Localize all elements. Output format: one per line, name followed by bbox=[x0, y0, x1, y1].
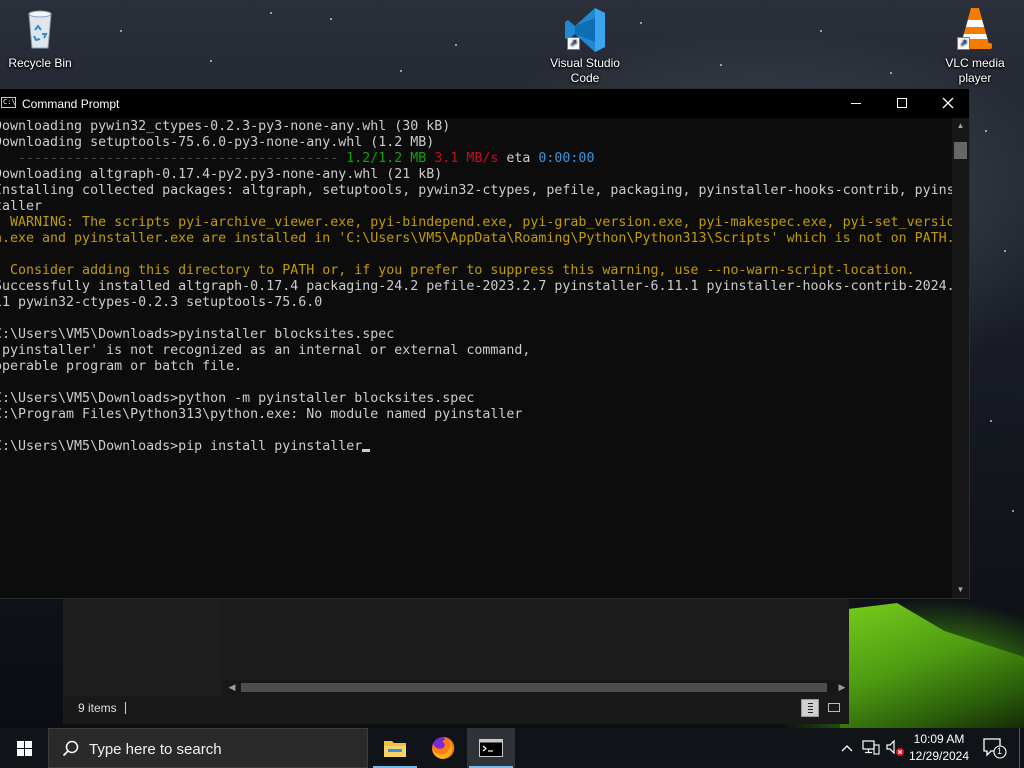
cmd-app-icon[interactable]: C:\ bbox=[1, 97, 16, 108]
folder-icon bbox=[384, 741, 406, 757]
close-button[interactable] bbox=[925, 89, 971, 118]
taskbar-firefox[interactable] bbox=[419, 728, 467, 768]
network-button[interactable] bbox=[860, 728, 882, 768]
warning-line: WARNING: The scripts pyi-archive_viewer.… bbox=[0, 215, 952, 230]
current-command: C:\Users\VM5\Downloads>pip install pyins… bbox=[0, 439, 363, 454]
taskbar-command-prompt[interactable] bbox=[467, 728, 515, 768]
command-prompt-window[interactable]: C:\ Command Prompt Downloading pywin32_c… bbox=[0, 88, 970, 599]
desktop-icon-vlc[interactable]: ↗ VLC media player bbox=[935, 6, 1015, 86]
file-explorer-window[interactable]: ◀ ▶ 9 items bbox=[63, 598, 849, 724]
search-icon bbox=[62, 740, 79, 757]
text-cursor bbox=[362, 449, 371, 452]
vscode-label-line1: Visual Studio bbox=[550, 56, 620, 70]
scrollbar-thumb[interactable] bbox=[954, 142, 967, 159]
recycle-bin-icon bbox=[20, 6, 60, 50]
console-line: taller bbox=[0, 199, 43, 214]
minimize-button[interactable] bbox=[833, 89, 879, 118]
scroll-right-arrow-icon[interactable]: ▶ bbox=[835, 681, 849, 694]
large-icons-view-icon[interactable] bbox=[825, 699, 843, 717]
notification-icon bbox=[983, 738, 1007, 759]
shortcut-arrow-icon: ↗ bbox=[567, 37, 580, 50]
notification-count: 1 bbox=[997, 746, 1003, 756]
desktop: Recycle Bin ↗ Visual Studio Code ↗ VLC m… bbox=[0, 0, 1024, 728]
item-count: 9 items bbox=[78, 701, 117, 715]
vlc-cone-icon: ↗ bbox=[955, 6, 995, 50]
maximize-icon bbox=[897, 98, 907, 108]
vscode-label-line2: Code bbox=[570, 71, 600, 85]
taskbar-file-explorer[interactable] bbox=[371, 728, 419, 768]
eta-value: 0:00:00 bbox=[538, 151, 595, 166]
console-line: C:\Users\VM5\Downloads>python -m pyinsta… bbox=[0, 391, 475, 406]
explorer-horizontal-scrollbar[interactable]: ◀ ▶ bbox=[225, 681, 849, 694]
chevron-up-icon bbox=[841, 745, 853, 752]
volume-button[interactable] bbox=[884, 728, 906, 768]
scroll-up-arrow-icon[interactable]: ▲ bbox=[952, 118, 969, 134]
close-icon bbox=[942, 97, 954, 109]
desktop-icon-recycle-bin[interactable]: Recycle Bin bbox=[0, 6, 80, 71]
console-line: 'pyinstaller' is not recognized as an in… bbox=[0, 343, 531, 358]
console-line: Downloading altgraph-0.17.4-py2.py3-none… bbox=[0, 167, 443, 182]
details-view-icon[interactable] bbox=[801, 699, 819, 717]
taskbar-search-box[interactable]: Type here to search bbox=[48, 728, 368, 768]
desktop-icon-vscode[interactable]: ↗ Visual Studio Code bbox=[545, 6, 625, 86]
download-size: 1.2/1.2 MB bbox=[346, 151, 427, 166]
console-line: Downloading pywin32_ctypes-0.2.3-py3-non… bbox=[0, 119, 451, 134]
scrollbar-thumb[interactable] bbox=[241, 683, 827, 692]
prompt-line[interactable]: C:\Users\VM5\Downloads>pip install pyins… bbox=[0, 439, 371, 455]
vlc-label-line1: VLC media bbox=[945, 56, 1005, 70]
eta-label: eta bbox=[498, 151, 539, 166]
clock-time: 10:09 AM bbox=[913, 732, 965, 746]
warning-line: Consider adding this directory to PATH o… bbox=[0, 263, 915, 278]
minimize-icon bbox=[851, 103, 861, 104]
console-output[interactable]: Downloading pywin32_ctypes-0.2.3-py3-non… bbox=[0, 119, 952, 598]
firefox-icon bbox=[432, 736, 455, 759]
vlc-label-line2: player bbox=[958, 71, 992, 85]
progress-line: ----------------------------------------… bbox=[0, 151, 594, 167]
cmd-vertical-scrollbar[interactable]: ▲ ▼ bbox=[952, 118, 969, 598]
clock-date: 12/29/2024 bbox=[908, 749, 970, 763]
search-placeholder: Type here to search bbox=[89, 741, 222, 758]
console-line: operable program or batch file. bbox=[0, 359, 243, 374]
wallpaper-hill bbox=[840, 603, 1024, 728]
vscode-icon: ↗ bbox=[565, 6, 605, 52]
taskbar: Type here to search 10:09 AM 12/29/2024 … bbox=[0, 728, 1024, 768]
explorer-navigation-pane[interactable] bbox=[63, 598, 221, 696]
action-center-button[interactable]: 1 bbox=[980, 728, 1010, 768]
scroll-left-arrow-icon[interactable]: ◀ bbox=[225, 681, 239, 694]
console-line: 11 pywin32-ctypes-0.2.3 setuptools-75.6.… bbox=[0, 295, 323, 310]
show-desktop-button[interactable] bbox=[1019, 728, 1024, 768]
recycle-bin-label: Recycle Bin bbox=[8, 56, 72, 70]
shortcut-arrow-icon: ↗ bbox=[957, 37, 970, 50]
console-line: C:\Users\VM5\Downloads>pyinstaller block… bbox=[0, 327, 395, 342]
console-line: Downloading setuptools-75.6.0-py3-none-a… bbox=[0, 135, 435, 150]
maximize-button[interactable] bbox=[879, 89, 925, 118]
volume-muted-icon bbox=[886, 739, 904, 756]
network-icon bbox=[862, 740, 880, 755]
console-line: Successfully installed altgraph-0.17.4 p… bbox=[0, 279, 952, 294]
window-title: Command Prompt bbox=[22, 97, 120, 111]
download-speed: 3.1 MB/s bbox=[434, 151, 499, 166]
warning-line: n.exe and pyinstaller.exe are installed … bbox=[0, 231, 952, 246]
terminal-icon bbox=[479, 739, 503, 757]
scroll-down-arrow-icon[interactable]: ▼ bbox=[952, 582, 969, 598]
console-line: C:\Program Files\Python313\python.exe: N… bbox=[0, 407, 523, 422]
progress-bar-text: ---------------------------------------- bbox=[0, 151, 347, 166]
status-separator bbox=[125, 702, 126, 714]
show-hidden-icons-button[interactable] bbox=[836, 728, 858, 768]
cmd-title-bar[interactable]: C:\ Command Prompt bbox=[0, 89, 969, 118]
explorer-content-area[interactable] bbox=[223, 598, 849, 680]
system-clock[interactable]: 10:09 AM 12/29/2024 bbox=[905, 731, 973, 765]
console-line: Installing collected packages: altgraph,… bbox=[0, 183, 952, 198]
explorer-status-bar: 9 items bbox=[63, 696, 849, 720]
start-button[interactable] bbox=[0, 728, 48, 768]
